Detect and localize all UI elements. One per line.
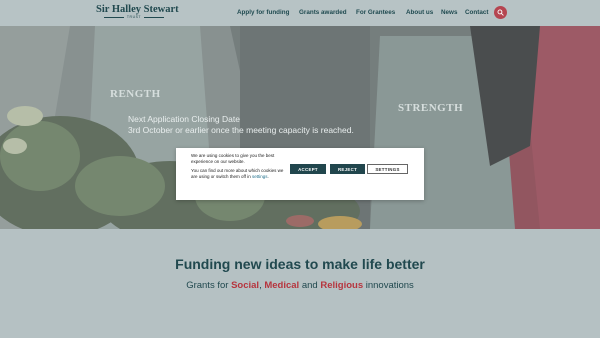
- search-icon: [497, 9, 504, 16]
- logo-name: Sir Halley Stewart: [96, 4, 179, 15]
- settings-button[interactable]: SETTINGS: [367, 164, 408, 174]
- logo-sub: TRUST: [96, 15, 172, 19]
- sub-prefix: Grants for: [186, 280, 232, 291]
- cookie-text-1: We are using cookies to give you the bes…: [191, 153, 275, 164]
- sub-sep2: and: [299, 280, 321, 291]
- site-logo[interactable]: Sir Halley Stewart TRUST: [96, 4, 179, 19]
- nav-contact[interactable]: Contact: [465, 9, 488, 16]
- site-header: Sir Halley Stewart TRUST Apply for fundi…: [0, 0, 600, 26]
- logo-rule-left: [103, 16, 124, 18]
- cookie-text-2-before: You can find out more about which cookie…: [191, 168, 284, 179]
- cookie-consent-dialog: We are using cookies to give you the bes…: [176, 148, 424, 200]
- apron-right-text: STRENGTH: [398, 102, 464, 114]
- intro-section: Funding new ideas to make life better Gr…: [0, 229, 600, 338]
- accept-button[interactable]: ACCEPT: [290, 164, 326, 174]
- sub-suffix: innovations: [363, 280, 414, 291]
- logo-rule-right: [144, 16, 165, 18]
- page-headline: Funding new ideas to make life better: [175, 256, 425, 272]
- closing-date-detail: 3rd October or earlier once the meeting …: [128, 125, 354, 135]
- word-religious: Religious: [320, 280, 364, 291]
- nav-news[interactable]: News: [441, 9, 457, 16]
- cookie-settings-link[interactable]: settings: [252, 174, 268, 179]
- nav-grants-awarded[interactable]: Grants awarded: [299, 9, 347, 16]
- word-social: Social: [231, 280, 260, 291]
- cookie-message: We are using cookies to give you the bes…: [191, 153, 286, 179]
- logo-trust: TRUST: [126, 15, 142, 19]
- apron-left-text: RENGTH: [110, 88, 161, 100]
- nav-for-grantees[interactable]: For Grantees: [356, 9, 395, 16]
- word-medical: Medical: [264, 280, 300, 291]
- closing-date-notice: Next Application Closing Date 3rd Octobe…: [128, 114, 354, 136]
- nav-about-us[interactable]: About us: [406, 9, 433, 16]
- search-button[interactable]: [494, 6, 507, 19]
- cookie-text-2: You can find out more about which cookie…: [191, 168, 286, 179]
- cookie-text-2-after: .: [267, 173, 269, 179]
- page-subheadline: Grants for Social, Medical and Religious…: [0, 280, 600, 291]
- nav-apply-for-funding[interactable]: Apply for funding: [237, 9, 289, 16]
- reject-button[interactable]: REJECT: [330, 164, 365, 174]
- closing-date-title: Next Application Closing Date: [128, 114, 240, 124]
